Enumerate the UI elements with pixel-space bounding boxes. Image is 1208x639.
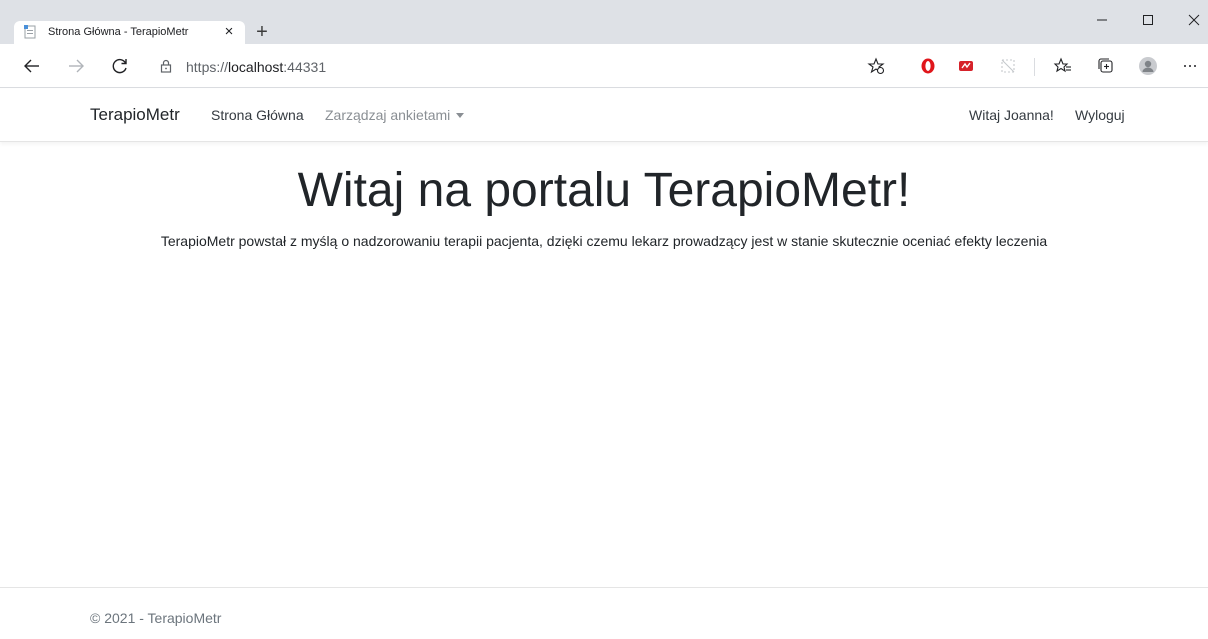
profile-avatar-icon[interactable]	[1138, 56, 1158, 76]
url-port: :44331	[283, 59, 327, 75]
site-navbar: TerapioMetr Strona Główna Zarządzaj anki…	[0, 89, 1208, 142]
lock-icon[interactable]	[158, 58, 174, 74]
reload-icon[interactable]	[108, 54, 132, 78]
logout-link[interactable]: Wyloguj	[1075, 107, 1125, 123]
collections-icon[interactable]	[1096, 56, 1116, 76]
nav-manage-label: Zarządzaj ankietami	[325, 107, 451, 123]
extension-icon[interactable]	[956, 56, 976, 76]
site-footer: © 2021 - TerapioMetr	[0, 587, 1208, 639]
toolbar-separator	[1034, 58, 1035, 76]
new-tab-button[interactable]: +	[250, 21, 274, 45]
tab-close-icon[interactable]: ×	[219, 22, 239, 42]
more-options-icon[interactable]	[1180, 56, 1200, 76]
browser-tab-bar: Strona Główna - TerapioMetr × +	[0, 0, 1208, 44]
minimize-icon[interactable]	[1080, 8, 1124, 32]
page-title: Witaj na portalu TerapioMetr!	[297, 164, 911, 217]
window-close-icon[interactable]	[1172, 8, 1208, 32]
forward-icon[interactable]	[64, 54, 88, 78]
nav-home-link[interactable]: Strona Główna	[211, 107, 304, 123]
url-scheme: https://	[186, 59, 229, 75]
favorites-icon[interactable]	[1053, 56, 1073, 76]
tab-title: Strona Główna - TerapioMetr	[48, 26, 189, 38]
maximize-icon[interactable]	[1126, 8, 1170, 32]
footer-copyright: © 2021 - TerapioMetr	[90, 610, 222, 626]
opera-extension-icon[interactable]	[918, 56, 938, 76]
caret-down-icon	[456, 113, 465, 118]
url-text[interactable]: https://localhost:44331	[186, 59, 326, 75]
url-host: localhost	[228, 59, 284, 75]
back-icon[interactable]	[20, 54, 44, 78]
tracking-disabled-icon[interactable]	[998, 56, 1018, 76]
favorites-add-icon[interactable]	[866, 56, 886, 76]
page-description: TerapioMetr powstał z myślą o nadzorowan…	[160, 233, 1048, 249]
browser-tab[interactable]: Strona Główna - TerapioMetr ×	[14, 21, 245, 44]
page-favicon-icon	[24, 25, 36, 39]
nav-manage-surveys-dropdown[interactable]: Zarządzaj ankietami	[325, 107, 465, 123]
user-greeting[interactable]: Witaj Joanna!	[969, 107, 1054, 123]
brand-link[interactable]: TerapioMetr	[90, 105, 180, 125]
